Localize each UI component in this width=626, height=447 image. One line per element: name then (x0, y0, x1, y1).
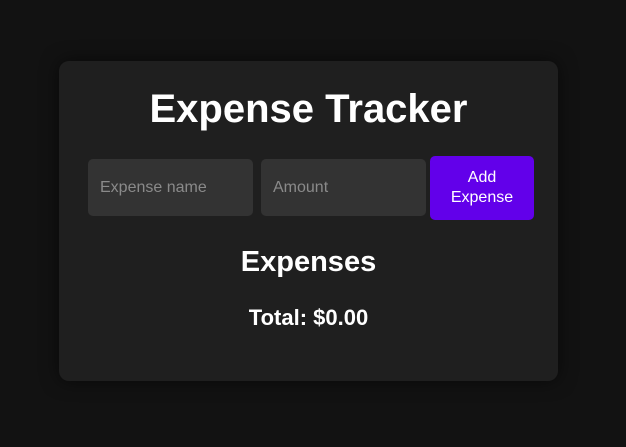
expense-amount-input[interactable] (261, 159, 426, 216)
expense-total: Total: $0.00 (248, 305, 369, 330)
expense-name-input[interactable] (88, 159, 253, 216)
page-title: Expense Tracker (149, 87, 468, 131)
add-expense-button[interactable]: Add Expense (430, 156, 534, 220)
expense-tracker-card: Expense Tracker Add Expense Expenses Tot… (59, 61, 558, 381)
expenses-heading: Expenses (240, 246, 377, 278)
